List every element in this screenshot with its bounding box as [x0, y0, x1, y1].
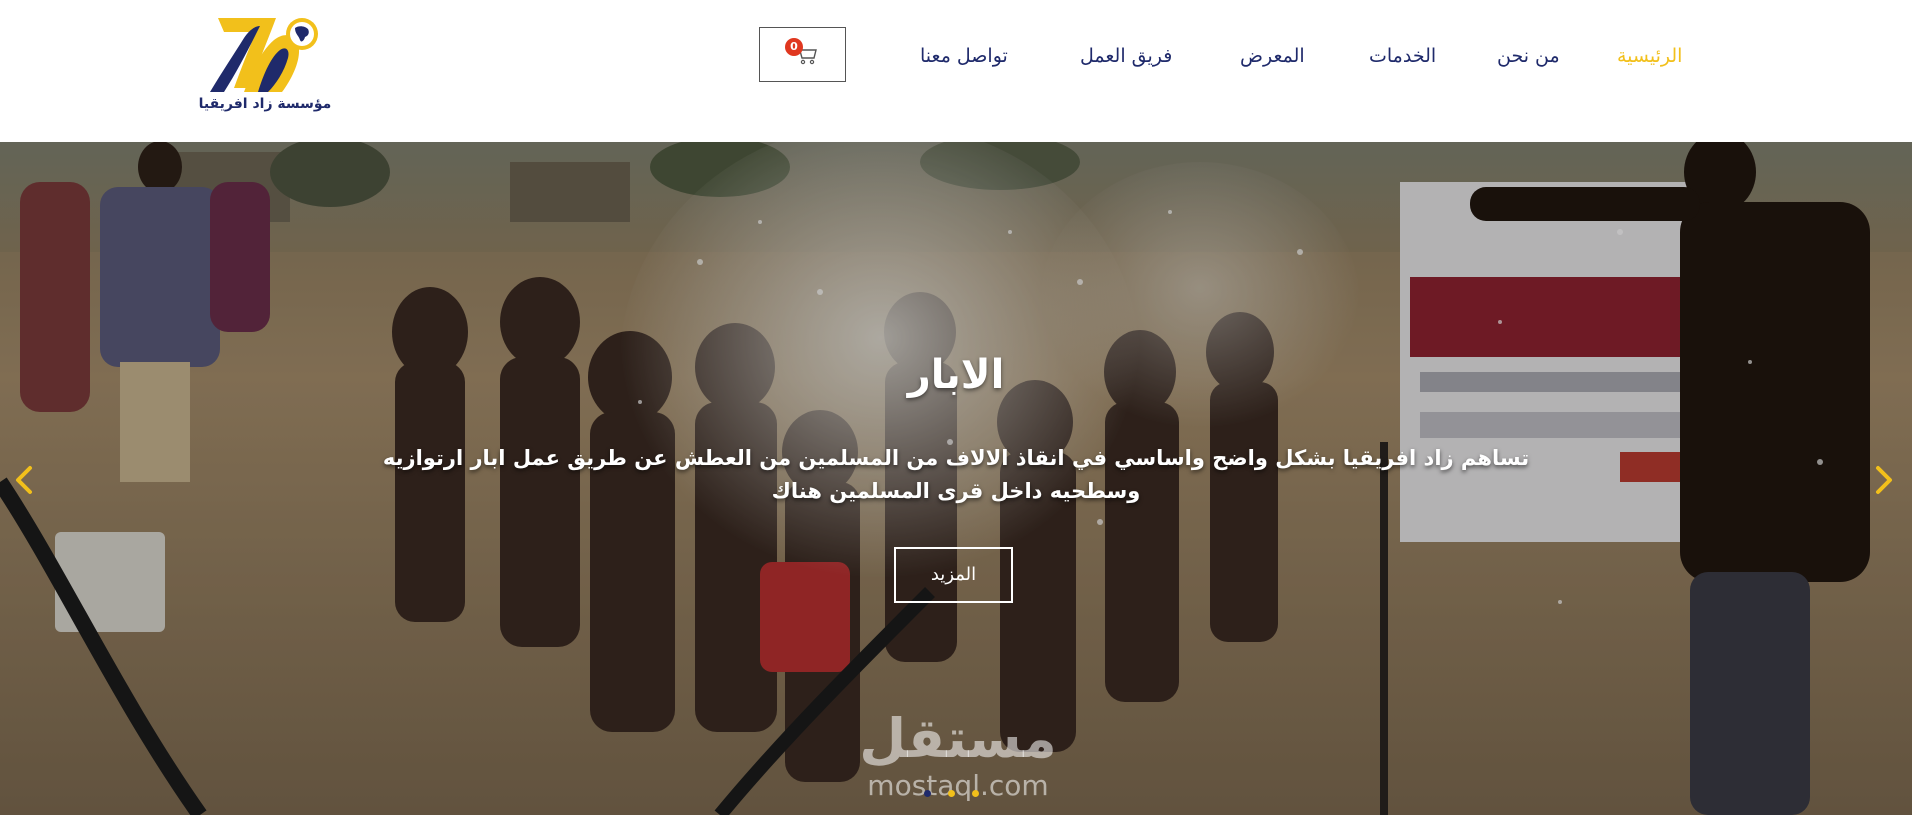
slider-dots	[922, 788, 982, 800]
nav-item-team[interactable]: فريق العمل	[1080, 45, 1172, 67]
slide-description: تساهم زاد افريقيا بشكل واضح واساسي في ان…	[380, 442, 1532, 508]
slider-dot-2[interactable]	[948, 790, 955, 797]
hero-slider: الابار تساهم زاد افريقيا بشكل واضح واساس…	[0, 142, 1912, 815]
chevron-left-icon[interactable]	[10, 460, 38, 500]
slider-dot-3[interactable]	[972, 790, 979, 797]
slider-dot-1[interactable]	[924, 790, 931, 797]
nav-item-gallery[interactable]: المعرض	[1240, 45, 1305, 67]
watermark-arabic: مستقل	[859, 707, 1057, 770]
nav-item-contact[interactable]: تواصل معنا	[920, 45, 1008, 67]
logo-caption: مؤسسة زاد افريقيا	[198, 96, 332, 112]
more-button[interactable]: المزيد	[894, 547, 1013, 603]
site-header: مؤسسة زاد افريقيا 0 الرئيسية من نحن الخد…	[0, 0, 1912, 142]
cart-count-badge: 0	[785, 38, 803, 56]
slide-title: الابار	[907, 352, 1005, 398]
nav-item-about[interactable]: من نحن	[1497, 45, 1560, 67]
nav-item-home[interactable]: الرئيسية	[1617, 45, 1682, 67]
cart-button[interactable]: 0	[759, 27, 846, 82]
slide-description-line-2: وسطحيه داخل قرى المسلمين هناك	[771, 479, 1141, 503]
slide-description-line-1: تساهم زاد افريقيا بشكل واضح واساسي في ان…	[382, 446, 1530, 470]
chevron-right-icon[interactable]	[1870, 460, 1898, 500]
nav-item-services[interactable]: الخدمات	[1369, 45, 1436, 67]
